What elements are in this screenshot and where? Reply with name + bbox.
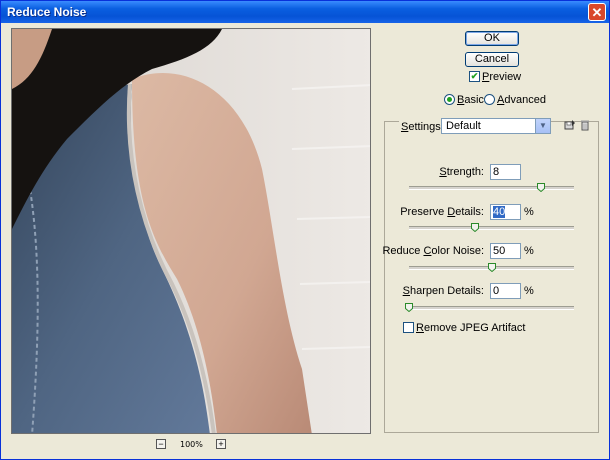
- reduce-noise-dialog: Reduce Noise ✕ − 100% + OK Cancel ✔ Prev…: [0, 0, 610, 460]
- remove-jpeg-artifact-label: Remove JPEG Artifact: [416, 322, 526, 334]
- zoom-out-button[interactable]: −: [156, 439, 166, 449]
- basic-label: Basic: [457, 94, 484, 106]
- reduce-color-noise-label: Reduce Color Noise:: [382, 245, 484, 257]
- close-icon[interactable]: ✕: [588, 3, 606, 21]
- settings-label: Settings:: [399, 121, 446, 133]
- strength-slider-thumb[interactable]: [537, 183, 545, 192]
- chevron-down-icon: ▼: [535, 119, 550, 133]
- reduce-color-noise-slider-thumb[interactable]: [487, 263, 496, 272]
- strength-field[interactable]: 8: [490, 164, 521, 180]
- sharpen-details-unit: %: [524, 285, 534, 297]
- reduce-color-noise-unit: %: [524, 245, 534, 257]
- strength-slider-track[interactable]: [409, 186, 574, 190]
- advanced-label: Advanced: [497, 94, 546, 106]
- preview-label: Preview: [482, 71, 522, 83]
- sharpen-details-slider-track[interactable]: [409, 306, 574, 310]
- sharpen-details-slider-thumb[interactable]: [405, 303, 413, 312]
- window-title: Reduce Noise: [7, 5, 87, 19]
- settings-value: Default: [446, 120, 481, 132]
- sharpen-details-field[interactable]: 0: [490, 283, 521, 299]
- preserve-details-slider-track[interactable]: [409, 226, 574, 230]
- zoom-controls: − 100% +: [156, 439, 231, 451]
- trash-icon[interactable]: [579, 119, 591, 131]
- title-bar: Reduce Noise ✕: [1, 1, 609, 23]
- save-settings-icon[interactable]: [564, 119, 576, 131]
- ok-button[interactable]: OK: [465, 31, 519, 46]
- sharpen-details-label: Sharpen Details:: [402, 285, 484, 297]
- preview-checkbox[interactable]: ✔: [469, 71, 480, 82]
- cancel-button[interactable]: Cancel: [465, 52, 519, 67]
- zoom-level: 100%: [180, 440, 203, 449]
- preserve-details-slider-thumb[interactable]: [471, 223, 479, 232]
- preview-image[interactable]: [11, 28, 371, 434]
- zoom-in-button[interactable]: +: [216, 439, 226, 449]
- preserve-details-label: Preserve Details:: [400, 206, 484, 218]
- advanced-radio[interactable]: [484, 94, 495, 105]
- strength-label: Strength:: [439, 166, 484, 178]
- basic-radio[interactable]: [444, 94, 455, 105]
- preserve-details-unit: %: [524, 206, 534, 218]
- preserve-details-field[interactable]: 40: [490, 204, 521, 220]
- settings-dropdown[interactable]: Default ▼: [441, 118, 551, 134]
- reduce-color-noise-field[interactable]: 50: [490, 243, 521, 259]
- remove-jpeg-artifact-checkbox[interactable]: [403, 322, 414, 333]
